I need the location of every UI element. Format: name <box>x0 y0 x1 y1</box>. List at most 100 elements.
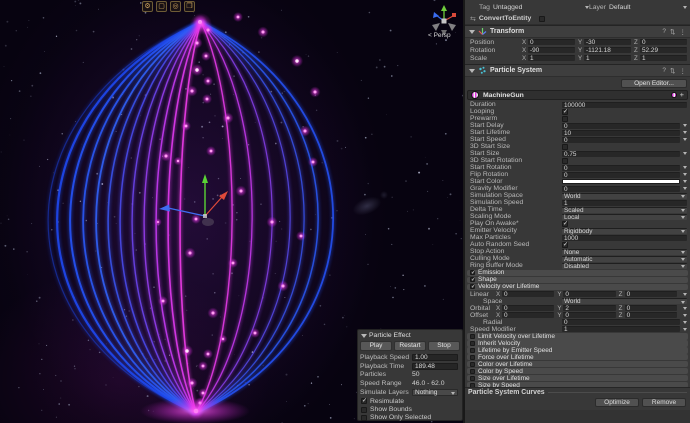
module-checkbox[interactable] <box>470 334 475 339</box>
chevron-down-icon[interactable] <box>683 307 687 310</box>
layers-icon[interactable]: ❒ <box>184 1 195 12</box>
enum-dropdown[interactable]: Local <box>562 214 687 220</box>
value-field[interactable]: 0 <box>563 312 615 318</box>
menu-icon[interactable]: ⋮ <box>680 67 687 75</box>
value-field[interactable]: -90 <box>528 47 575 53</box>
chevron-down-icon[interactable] <box>681 258 685 261</box>
remove-button[interactable]: Remove <box>642 398 686 407</box>
value-field[interactable]: 0 <box>562 123 680 129</box>
panel-value-field[interactable]: 1.00 <box>412 354 458 361</box>
module-checkbox[interactable]: ✓ <box>470 284 475 289</box>
chevron-down-icon[interactable] <box>681 209 685 212</box>
menu-icon[interactable]: ⋮ <box>680 28 687 36</box>
rect-select-icon[interactable]: ▢ <box>156 1 167 12</box>
property-checkbox[interactable]: ✓ <box>562 109 568 115</box>
chevron-down-icon[interactable] <box>683 131 687 134</box>
value-field[interactable]: 1 <box>562 200 687 206</box>
add-icon[interactable]: + <box>680 92 684 98</box>
module-bar[interactable]: ✓ Shape <box>467 277 688 283</box>
enum-dropdown[interactable]: World <box>562 298 687 304</box>
stop-button[interactable]: Stop <box>428 341 460 351</box>
module-checkbox[interactable] <box>470 355 475 360</box>
transform-header[interactable]: Transform ? ⇅ ⋮ <box>465 25 690 38</box>
module-bar[interactable]: Size over Lifetime <box>467 375 688 381</box>
chevron-down-icon[interactable] <box>683 124 687 127</box>
enum-dropdown[interactable]: Automatic <box>562 256 687 262</box>
value-field[interactable]: 0 <box>562 165 680 171</box>
chevron-down-icon[interactable] <box>681 301 685 304</box>
chevron-down-icon[interactable] <box>683 138 687 141</box>
particle-mini-icon[interactable] <box>671 92 677 98</box>
layer-dropdown[interactable]: Default <box>609 4 687 11</box>
simulate-layers-dropdown[interactable]: Nothing <box>412 389 458 397</box>
value-field[interactable]: 1 <box>640 55 687 61</box>
property-checkbox[interactable]: ✓ <box>562 242 568 248</box>
panel-checkbox[interactable]: ✓ <box>361 398 367 404</box>
value-field[interactable]: 0 <box>528 39 575 45</box>
property-checkbox[interactable] <box>562 144 568 150</box>
chevron-down-icon[interactable] <box>681 216 685 219</box>
value-field[interactable]: -1121.18 <box>584 47 631 53</box>
enum-dropdown[interactable]: Disabled <box>562 263 687 269</box>
value-field[interactable]: 0 <box>625 305 677 311</box>
chevron-down-icon[interactable] <box>683 166 687 169</box>
convert-to-entity-component[interactable]: ⇆ ConvertToEntity <box>465 13 690 25</box>
chevron-down-icon[interactable] <box>681 230 685 233</box>
module-checkbox[interactable]: ✓ <box>470 277 475 282</box>
restart-button[interactable]: Restart <box>394 341 426 351</box>
module-checkbox[interactable]: ✓ <box>470 270 475 275</box>
property-checkbox[interactable] <box>562 158 568 164</box>
module-bar[interactable]: ✓ Velocity over Lifetime <box>467 284 688 290</box>
particle-effect-title-row[interactable]: Particle Effect <box>360 331 460 340</box>
chevron-down-icon[interactable] <box>683 187 687 190</box>
help-icon[interactable]: ? <box>662 67 666 74</box>
module-bar[interactable]: Inherit Velocity <box>467 340 688 346</box>
value-field[interactable]: 0 <box>625 312 677 318</box>
enum-dropdown[interactable]: None <box>562 249 687 255</box>
optimize-button[interactable]: Optimize <box>595 398 639 407</box>
property-checkbox[interactable] <box>562 116 568 122</box>
tag-dropdown[interactable]: Untagged <box>493 4 589 11</box>
perspective-label[interactable]: < Persp <box>428 32 451 39</box>
value-field[interactable]: 1 <box>562 326 680 332</box>
color-swatch[interactable] <box>562 179 680 185</box>
scene-view[interactable]: ⚙ ▢ ◎ ❒ < Persp Particle Effect Play Restar… <box>0 0 463 423</box>
enum-dropdown[interactable]: Rigidbody <box>562 228 687 234</box>
module-checkbox[interactable] <box>470 341 475 346</box>
orbit-view-icon[interactable]: ◎ <box>170 1 181 12</box>
chevron-down-icon[interactable] <box>683 328 687 331</box>
module-checkbox[interactable] <box>470 369 475 374</box>
value-field[interactable]: 100000 <box>562 102 687 108</box>
value-field[interactable]: 0 <box>562 186 680 192</box>
chevron-down-icon[interactable] <box>683 321 687 324</box>
panel-checkbox[interactable] <box>361 407 367 413</box>
help-icon[interactable]: ? <box>662 28 666 35</box>
chevron-down-icon[interactable] <box>681 251 685 254</box>
enum-dropdown[interactable]: World <box>562 193 687 199</box>
module-bar[interactable]: Color over Lifetime <box>467 361 688 367</box>
module-checkbox[interactable] <box>470 376 475 381</box>
panel-checkbox[interactable] <box>361 415 367 421</box>
value-field[interactable]: -30 <box>584 39 631 45</box>
module-bar[interactable]: ✓ Emission <box>467 270 688 276</box>
chevron-down-icon[interactable] <box>451 392 455 395</box>
module-bar[interactable]: Limit Velocity over Lifetime <box>467 333 688 339</box>
value-field[interactable]: 0 <box>502 305 554 311</box>
value-field[interactable]: 0.75 <box>562 151 680 157</box>
particle-system-name-bar[interactable]: MachineGun + <box>467 90 688 100</box>
chevron-down-icon[interactable] <box>683 314 687 317</box>
particle-system-header[interactable]: Particle System ? ⇅ ⋮ <box>465 64 690 77</box>
value-field[interactable]: 0 <box>640 39 687 45</box>
value-field[interactable]: 0 <box>625 291 677 297</box>
gizmo-gear-icon[interactable]: ⚙ <box>142 1 153 12</box>
panel-checkbox-row[interactable]: ✓ Resimulate <box>360 397 460 405</box>
chevron-down-icon[interactable] <box>683 173 687 176</box>
panel-checkbox-row[interactable]: Show Bounds <box>360 405 460 413</box>
component-checkbox[interactable] <box>539 16 545 22</box>
module-bar[interactable]: Lifetime by Emitter Speed <box>467 347 688 353</box>
value-field[interactable]: 1 <box>584 55 631 61</box>
value-field[interactable]: 10 <box>562 130 680 136</box>
foldout-icon[interactable] <box>469 69 475 73</box>
property-checkbox[interactable]: ✓ <box>562 221 568 227</box>
chevron-down-icon[interactable] <box>683 152 687 155</box>
